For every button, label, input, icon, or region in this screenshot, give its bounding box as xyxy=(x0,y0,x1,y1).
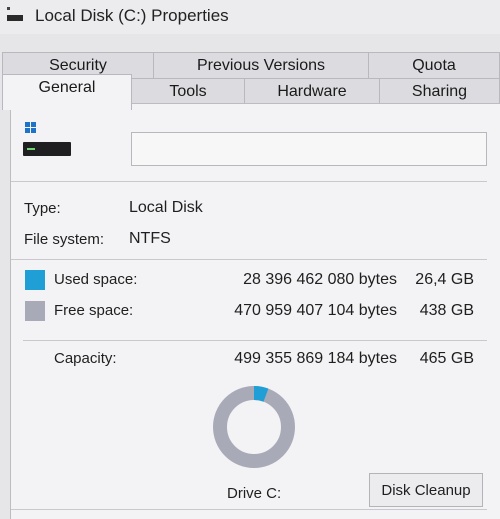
drive-title-icon xyxy=(7,7,23,21)
type-value: Local Disk xyxy=(129,199,203,216)
tab-tools[interactable]: Tools xyxy=(131,78,245,106)
tab-hardware[interactable]: Hardware xyxy=(244,78,380,106)
used-space-gb: 26,4 GB xyxy=(415,271,474,288)
disk-cleanup-button[interactable]: Disk Cleanup xyxy=(369,473,483,507)
separator xyxy=(23,340,487,341)
free-space-swatch xyxy=(25,301,45,321)
file-system-label: File system: xyxy=(24,231,105,248)
tab-quota[interactable]: Quota xyxy=(368,52,500,80)
separator xyxy=(11,259,487,260)
used-space-label: Used space: xyxy=(54,271,138,288)
tab-general[interactable]: General xyxy=(2,74,132,110)
title-bar: Local Disk (C:) Properties xyxy=(0,0,500,34)
drive-label: Drive C: xyxy=(227,485,282,502)
free-space-gb: 438 GB xyxy=(419,302,474,319)
tab-strip: Security Previous Versions Quota General… xyxy=(0,38,500,110)
tab-previous-versions[interactable]: Previous Versions xyxy=(153,52,369,80)
type-label: Type: xyxy=(24,200,61,217)
separator xyxy=(11,509,487,510)
capacity-label: Capacity: xyxy=(54,350,117,367)
file-system-value: NTFS xyxy=(129,230,171,247)
used-space-bytes: 28 396 462 080 bytes xyxy=(243,271,397,288)
disk-usage-donut xyxy=(213,386,295,468)
free-space-ring xyxy=(213,386,295,468)
window-title: Local Disk (C:) Properties xyxy=(35,6,229,25)
volume-name-input[interactable] xyxy=(131,132,487,166)
general-panel: Type: Local Disk File system: NTFS Used … xyxy=(10,103,500,519)
capacity-gb: 465 GB xyxy=(419,350,474,367)
separator xyxy=(11,181,487,182)
free-space-label: Free space: xyxy=(54,302,134,319)
hard-drive-icon xyxy=(23,122,71,156)
tab-sharing[interactable]: Sharing xyxy=(379,78,500,106)
used-space-swatch xyxy=(25,270,45,290)
free-space-bytes: 470 959 407 104 bytes xyxy=(234,302,397,319)
capacity-bytes: 499 355 869 184 bytes xyxy=(234,350,397,367)
